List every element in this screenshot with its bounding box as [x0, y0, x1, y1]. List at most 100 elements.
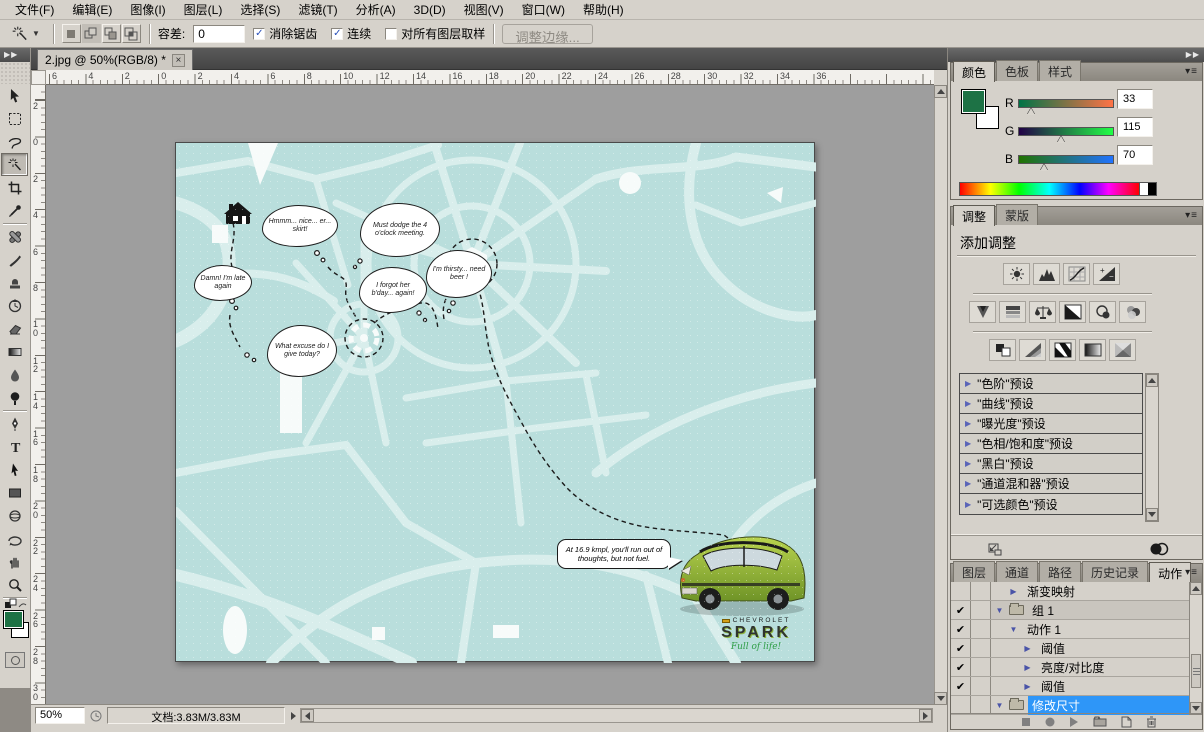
play-icon[interactable] — [1069, 717, 1079, 727]
scroll-up-icon[interactable] — [934, 85, 947, 98]
clip-to-layer-icon[interactable] — [1148, 542, 1170, 556]
menu-item[interactable]: 视图(V) — [455, 0, 513, 20]
slider-thumb[interactable] — [1027, 108, 1035, 115]
checked-checkbox-icon[interactable]: ✓ — [253, 28, 265, 40]
lasso-tool[interactable] — [1, 130, 28, 153]
collapse-panel-icon[interactable]: ▶▶ — [0, 48, 30, 62]
dialog-toggle-cell[interactable] — [971, 639, 991, 657]
green-value-field[interactable]: 115 — [1117, 117, 1153, 137]
preset-row[interactable]: ▶"色阶"预设 — [960, 374, 1142, 394]
posterize-icon[interactable] — [1019, 339, 1046, 361]
zoom-tool[interactable] — [1, 573, 28, 596]
eraser-tool[interactable] — [1, 317, 28, 340]
green-slider[interactable] — [1018, 127, 1114, 136]
zoom-level-field[interactable]: 50% — [35, 707, 85, 724]
dodge-tool[interactable] — [1, 386, 28, 409]
action-row[interactable]: ✔▼组 1 — [951, 601, 1189, 620]
gradient-tool[interactable] — [1, 340, 28, 363]
preset-row[interactable]: ▶"曲线"预设 — [960, 394, 1142, 414]
menu-item[interactable]: 文件(F) — [6, 0, 63, 20]
selection-mode-add-button[interactable] — [82, 24, 101, 43]
expanded-view-icon[interactable] — [987, 542, 1003, 556]
black-white-icon[interactable] — [1059, 301, 1086, 323]
expand-icon[interactable]: ▶ — [1022, 682, 1033, 691]
red-slider[interactable] — [1018, 99, 1114, 108]
crop-tool[interactable] — [1, 176, 28, 199]
scroll-up-icon[interactable] — [1146, 374, 1158, 387]
slider-thumb[interactable] — [1057, 136, 1065, 143]
3d-rotate-tool[interactable] — [1, 504, 28, 527]
exposure-icon[interactable]: +− — [1093, 263, 1120, 285]
tab-dock-3[interactable]: 历史记录 — [1082, 561, 1148, 582]
action-row[interactable]: ✔▶阈值 — [951, 639, 1189, 658]
panel-menu-icon[interactable]: ▾≡ — [1185, 567, 1198, 578]
selection-mode-subtract-button[interactable] — [102, 24, 121, 43]
tolerance-input[interactable] — [193, 25, 245, 43]
menu-item[interactable]: 3D(D) — [405, 1, 455, 19]
selective-color-icon[interactable] — [1109, 339, 1136, 361]
menu-item[interactable]: 窗口(W) — [513, 0, 574, 20]
preset-row[interactable]: ▶"黑白"预设 — [960, 454, 1142, 474]
photo-filter-icon[interactable] — [1089, 301, 1116, 323]
item-enabled-checkbox[interactable]: ✔ — [951, 639, 971, 657]
status-flyout-icon[interactable] — [291, 712, 296, 720]
brush-tool[interactable] — [1, 248, 28, 271]
delete-icon[interactable] — [1146, 716, 1157, 728]
action-row[interactable]: ✔▼动作 1 — [951, 620, 1189, 639]
menu-item[interactable]: 图层(L) — [175, 0, 232, 20]
3d-orbit-tool[interactable] — [1, 527, 28, 550]
tab-adjust-1[interactable]: 蒙版 — [996, 204, 1038, 225]
refine-edge-button[interactable]: 调整边缘... — [502, 24, 592, 44]
eyedropper-tool[interactable] — [1, 199, 28, 222]
invert-icon[interactable] — [989, 339, 1016, 361]
item-enabled-checkbox[interactable]: ✔ — [951, 620, 971, 638]
brightness-contrast-icon[interactable] — [1003, 263, 1030, 285]
move-tool[interactable] — [1, 84, 28, 107]
tab-color-2[interactable]: 样式 — [1039, 60, 1081, 81]
vertical-scrollbar[interactable] — [934, 85, 947, 705]
preset-row[interactable]: ▶"通道混和器"预设 — [960, 474, 1142, 494]
new-set-icon[interactable] — [1093, 716, 1107, 727]
hand-tool[interactable] — [1, 550, 28, 573]
selection-mode-new-button[interactable] — [62, 24, 81, 43]
threshold-icon[interactable] — [1049, 339, 1076, 361]
menu-item[interactable]: 图像(I) — [121, 0, 174, 20]
presets-scrollbar[interactable] — [1145, 373, 1159, 522]
tab-adjust-0[interactable]: 调整 — [953, 205, 995, 226]
action-row[interactable]: ✔▶阈值 — [951, 677, 1189, 696]
new-action-icon[interactable] — [1121, 716, 1132, 728]
status-menu-icon[interactable] — [89, 709, 103, 723]
color-balance-icon[interactable] — [1029, 301, 1056, 323]
channel-mixer-icon[interactable] — [1119, 301, 1146, 323]
expand-icon[interactable]: ▶ — [1022, 663, 1033, 672]
dialog-toggle-cell[interactable] — [971, 658, 991, 676]
tab-dock-1[interactable]: 通道 — [996, 561, 1038, 582]
item-checkbox[interactable] — [951, 696, 971, 714]
dialog-toggle-cell[interactable] — [971, 620, 991, 638]
menu-item[interactable]: 帮助(H) — [574, 0, 633, 20]
magic-wand-tool[interactable] — [1, 153, 28, 176]
stop-icon[interactable] — [1021, 717, 1031, 727]
menu-item[interactable]: 选择(S) — [231, 0, 289, 20]
horizontal-scrollbar[interactable] — [300, 708, 933, 723]
collapse-icon[interactable]: ▼ — [1008, 625, 1019, 634]
scroll-down-icon[interactable] — [1146, 508, 1158, 521]
option-checkbox[interactable]: ✓连续 — [331, 25, 371, 42]
action-row[interactable]: ✔▶亮度/对比度 — [951, 658, 1189, 677]
collapse-icon[interactable]: ▼ — [994, 701, 1005, 710]
selection-mode-intersect-button[interactable] — [122, 24, 141, 43]
scroll-up-icon[interactable] — [1190, 582, 1202, 595]
preset-row[interactable]: ▶"曝光度"预设 — [960, 414, 1142, 434]
item-enabled-checkbox[interactable]: ✔ — [951, 677, 971, 695]
blue-slider[interactable] — [1018, 155, 1114, 164]
marquee-tool[interactable] — [1, 107, 28, 130]
rectangle-tool[interactable] — [1, 481, 28, 504]
tool-preset-picker[interactable]: ▼ — [6, 23, 45, 45]
panel-menu-icon[interactable]: ▾≡ — [1185, 66, 1198, 77]
foreground-color-swatch[interactable] — [961, 89, 986, 114]
checked-checkbox-icon[interactable]: ✓ — [331, 28, 343, 40]
expand-icon[interactable]: ▶ — [965, 379, 971, 388]
vibrance-icon[interactable] — [969, 301, 996, 323]
type-tool[interactable]: T — [1, 435, 28, 458]
canvas[interactable]: Damn! I'm late again Hmmm... nice... er.… — [175, 142, 815, 662]
